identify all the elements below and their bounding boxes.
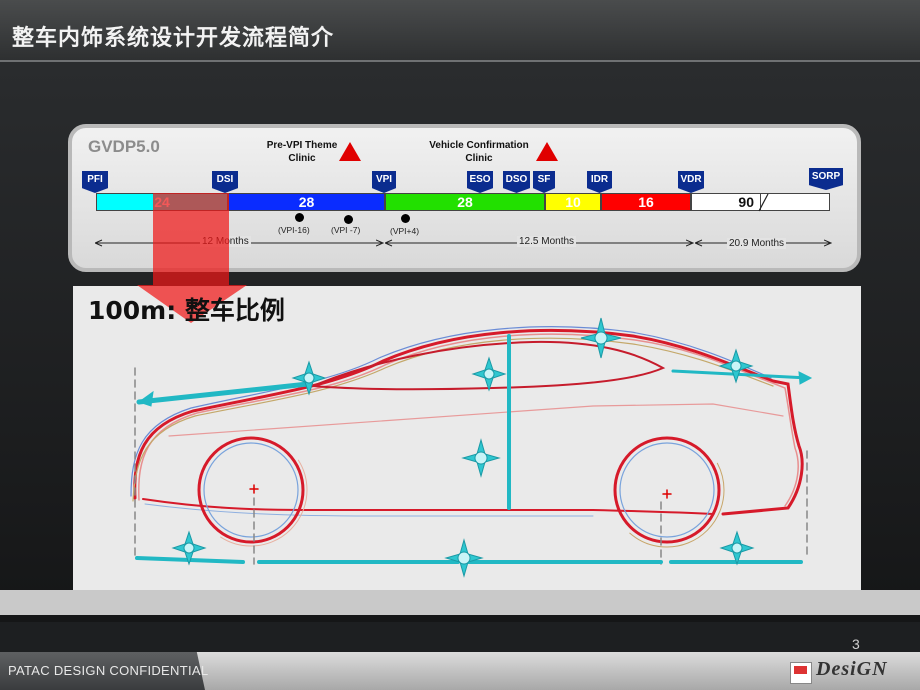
car-sketch <box>130 317 813 578</box>
design-logo: DesiGN <box>790 658 915 686</box>
diagram-title: 100m: 整车比例 <box>88 296 285 325</box>
patac-logo-icon <box>790 662 812 684</box>
confidential-label: PATAC DESIGN CONFIDENTIAL <box>8 663 209 678</box>
design-logo-text: DesiGN <box>816 658 888 680</box>
duration-20-9-months: 20.9 Months <box>727 238 787 249</box>
page-number: 3 <box>852 636 860 652</box>
lower-band <box>0 590 920 615</box>
duration-12-5-months: 12.5 Months <box>517 236 577 247</box>
